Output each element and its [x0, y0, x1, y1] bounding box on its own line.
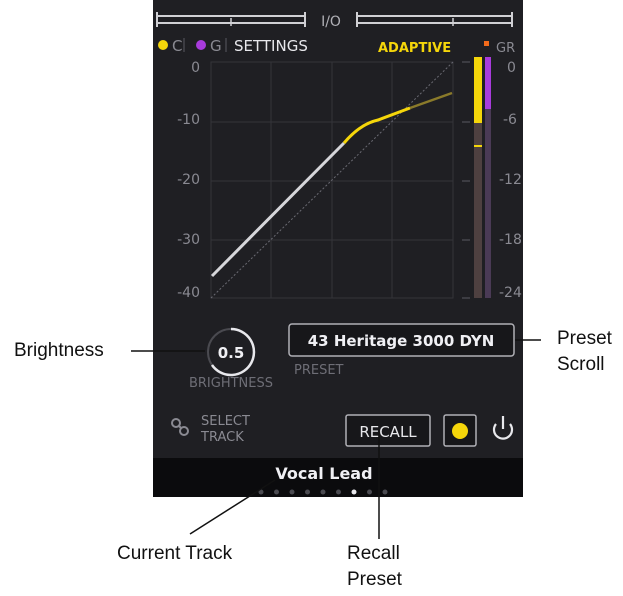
- select-track-line2[interactable]: TRACK: [200, 430, 244, 445]
- mode-g-label[interactable]: G: [210, 37, 222, 55]
- page-dots[interactable]: [258, 489, 388, 495]
- adaptive-label[interactable]: ADAPTIVE: [378, 41, 451, 56]
- track-name[interactable]: Vocal Lead: [275, 464, 372, 483]
- callout-preset-scroll-2: Scroll: [557, 354, 605, 375]
- io-meter: I/O: [156, 12, 513, 30]
- page-dot[interactable]: [305, 489, 310, 495]
- page-dot[interactable]: [320, 489, 326, 495]
- left-tick: -40: [177, 285, 200, 301]
- page-dot[interactable]: [382, 489, 388, 495]
- preset-label: PRESET: [294, 363, 344, 378]
- right-tick: -6: [503, 112, 517, 128]
- preset-name: 43 Heritage 3000 DYN: [308, 332, 495, 350]
- power-icon[interactable]: [492, 416, 514, 440]
- gr-indicator-icon: [484, 41, 489, 46]
- left-tick: 0: [191, 60, 200, 76]
- gr-label: GR: [496, 41, 515, 56]
- page-dot[interactable]: [289, 489, 295, 495]
- brightness-label: BRIGHTNESS: [189, 376, 273, 391]
- page-dot[interactable]: [274, 489, 279, 495]
- callout-preset-scroll-1: Preset: [557, 328, 612, 349]
- page-dot-active[interactable]: [351, 489, 357, 495]
- right-tick: -24: [499, 285, 522, 301]
- callout-brightness: Brightness: [14, 340, 104, 361]
- mode-c-label[interactable]: C: [172, 37, 182, 55]
- output-meter-fill: [474, 57, 482, 123]
- link-icon[interactable]: [171, 418, 189, 436]
- settings-button[interactable]: SETTINGS: [234, 37, 308, 55]
- mode-c-dot-icon[interactable]: [158, 40, 168, 50]
- callout-current-track: Current Track: [117, 543, 233, 564]
- page-dot[interactable]: [336, 489, 341, 495]
- right-tick: 0: [507, 60, 516, 76]
- io-label: I/O: [321, 14, 341, 30]
- mode-g-dot-icon[interactable]: [196, 40, 206, 50]
- right-tick: -12: [499, 172, 522, 188]
- callout-recall-preset-1: Recall: [347, 543, 400, 564]
- callout-recall-preset-2: Preset: [347, 569, 402, 590]
- recall-label: RECALL: [359, 423, 417, 441]
- page-dot[interactable]: [367, 489, 372, 495]
- left-tick: -10: [177, 112, 200, 128]
- left-tick: -20: [177, 172, 200, 188]
- color-dot-icon: [452, 423, 468, 439]
- plugin-ui: I/O C G SETTINGS ADAPTIVE GR 0 -10 -20 -…: [131, 12, 541, 539]
- right-tick: -18: [499, 232, 522, 248]
- brightness-value: 0.5: [218, 344, 245, 362]
- select-track-line1[interactable]: SELECT: [201, 414, 250, 429]
- left-tick: -30: [177, 232, 200, 248]
- gr-meter-fill: [485, 57, 491, 109]
- transfer-graph: [210, 61, 454, 299]
